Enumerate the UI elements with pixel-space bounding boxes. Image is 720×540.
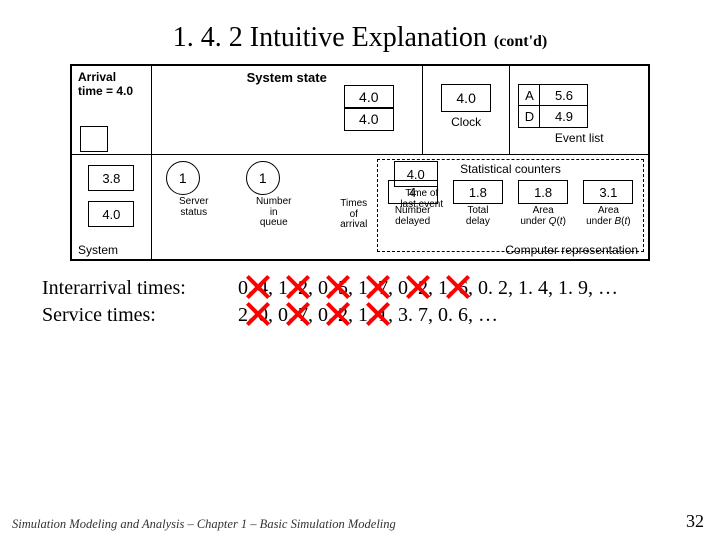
arrival-label-2: time = 4.0 xyxy=(78,84,133,98)
server-status-label: Server status xyxy=(166,197,222,218)
niq-circle: 1 xyxy=(246,161,280,195)
toa-box-1: 4.0 xyxy=(344,107,394,131)
system-label: System xyxy=(78,243,118,257)
slide-title: 1. 4. 2 Intuitive Explanation (cont'd) xyxy=(0,0,720,54)
interarrival-label: Interarrival times: xyxy=(42,277,238,300)
event-d-value: 4.9 xyxy=(540,106,588,128)
interarrival-values: 0. 4, 1. 2, 0. 5, 1. 7, 0. 2, 1. 6, 0. 2… xyxy=(238,277,618,300)
stat-td-label: Total delay xyxy=(450,206,506,227)
title-contd: (cont'd) xyxy=(494,33,547,50)
arrival-empty-box xyxy=(80,126,108,152)
event-list-label: Event list xyxy=(512,131,646,145)
stat-nd-label: Number delayed xyxy=(385,206,441,227)
left-box-0: 3.8 xyxy=(88,165,134,191)
left-box-1: 4.0 xyxy=(88,201,134,227)
service-values: 2. 0, 0. 7, 0. 2, 1. 1, 3. 7, 0. 6, … xyxy=(238,304,498,327)
diagram: Arrival time = 4.0 System state 4.0 4.0 … xyxy=(70,64,650,261)
stat-aq: 1.8 xyxy=(518,180,568,204)
stat-aq-label: Area under Q(t) xyxy=(515,206,571,227)
stat-ab-label: Area under B(t) xyxy=(580,206,636,227)
title-main: 1. 4. 2 Intuitive Explanation xyxy=(173,22,487,53)
stat-nd: 4 xyxy=(388,180,438,204)
arrival-label-1: Arrival xyxy=(78,70,116,84)
times-block: Interarrival times: 0. 4, 1. 2, 0. 5, 1.… xyxy=(42,277,720,327)
bottom-right-cell: 1 Server status 1 Number in queue Times … xyxy=(152,155,648,259)
system-left-cell: 3.8 4.0 System xyxy=(72,155,152,259)
stat-td: 1.8 xyxy=(453,180,503,204)
times-of-arrival-stack: 4.0 4.0 xyxy=(344,86,394,131)
event-a-value: 5.6 xyxy=(540,84,588,106)
clock-cell: 4.0 Clock xyxy=(423,66,511,154)
niq-label: Number in queue xyxy=(246,197,302,229)
toa-label: Times of arrival xyxy=(326,199,382,231)
footer: Simulation Modeling and Analysis – Chapt… xyxy=(12,517,396,532)
clock-label: Clock xyxy=(425,115,508,129)
system-state-title: System state xyxy=(154,68,420,85)
event-d-label: D xyxy=(518,106,540,128)
computer-rep-label: Computer representation xyxy=(505,243,644,257)
page-number: 32 xyxy=(686,511,704,532)
event-a-label: A xyxy=(518,84,540,106)
stat-ab: 3.1 xyxy=(583,180,633,204)
stats-title: Statistical counters xyxy=(380,162,641,176)
stats-box: Statistical counters 4 1.8 1.8 3.1 Numbe… xyxy=(377,159,644,252)
server-status-circle: 1 xyxy=(166,161,200,195)
arrival-cell: Arrival time = 4.0 xyxy=(72,66,152,154)
clock-value: 4.0 xyxy=(441,84,491,112)
toa-box-0: 4.0 xyxy=(344,85,394,109)
slide: 1. 4. 2 Intuitive Explanation (cont'd) A… xyxy=(0,0,720,540)
system-state-cell: System state 4.0 4.0 xyxy=(152,66,423,154)
service-label: Service times: xyxy=(42,304,238,327)
event-list-cell: A 5.6 D 4.9 Event list xyxy=(510,66,648,154)
